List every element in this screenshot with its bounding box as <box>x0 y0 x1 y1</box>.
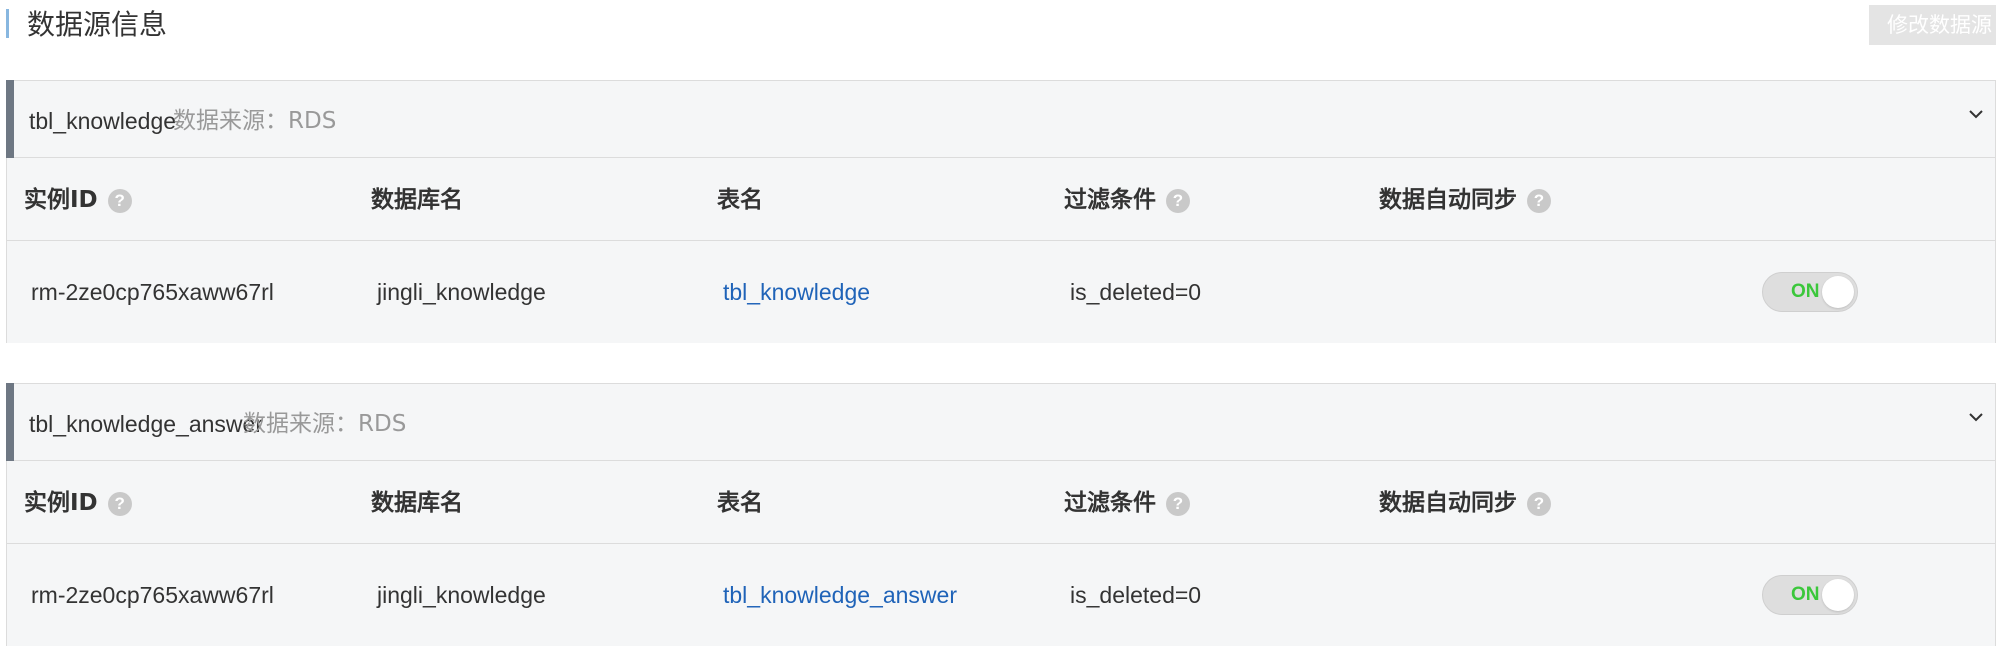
table-row: rm-2ze0cp765xaww67rl jingli_knowledge tb… <box>7 545 1995 646</box>
instance-id-value: rm-2ze0cp765xaww67rl <box>31 582 274 608</box>
column-header-auto-sync: 数据自动同步? <box>1379 489 1551 517</box>
instance-id-value: rm-2ze0cp765xaww67rl <box>31 279 274 305</box>
page-header: 数据源信息 修改数据源 <box>0 0 1996 52</box>
toggle-knob <box>1822 579 1854 611</box>
toggle-state-label: ON <box>1791 584 1820 605</box>
panel-accent-bar <box>6 383 14 461</box>
panel-table-name: tbl_knowledge <box>29 108 177 134</box>
database-value: jingli_knowledge <box>377 582 546 608</box>
column-header-table: 表名 <box>717 490 763 516</box>
question-circle-icon[interactable]: ? <box>107 492 132 516</box>
column-header-database: 数据库名 <box>371 187 463 213</box>
datasource-panel: tbl_knowledge_answer 数据来源：RDS 实例ID? 数据库名… <box>6 383 1996 646</box>
panel-table-name: tbl_knowledge_answer <box>29 411 263 437</box>
toggle-state-label: ON <box>1791 281 1820 302</box>
table-name-link[interactable]: tbl_knowledge <box>723 278 870 306</box>
column-header-filter: 过滤条件? <box>1064 186 1190 214</box>
column-header-row: 实例ID? 数据库名 表名 过滤条件? 数据自动同步? <box>7 462 1995 544</box>
auto-sync-toggle[interactable]: ON <box>1762 272 1858 312</box>
table-row: rm-2ze0cp765xaww67rl jingli_knowledge tb… <box>7 242 1995 343</box>
panel-source-label: 数据来源：RDS <box>243 411 407 437</box>
column-header-filter: 过滤条件? <box>1064 489 1190 517</box>
page-title: 数据源信息 <box>27 8 168 41</box>
chevron-down-icon[interactable] <box>1965 103 1987 125</box>
datasource-panel: tbl_knowledge 数据来源：RDS 实例ID? 数据库名 表名 过滤条… <box>6 80 1996 343</box>
panel-header[interactable]: tbl_knowledge_answer 数据来源：RDS <box>6 383 1995 461</box>
filter-value: is_deleted=0 <box>1070 279 1202 305</box>
edit-datasource-button[interactable]: 修改数据源 <box>1869 5 1996 45</box>
toggle-knob <box>1822 276 1854 308</box>
panel-source-label: 数据来源：RDS <box>173 108 337 134</box>
panel-accent-bar <box>6 80 14 158</box>
chevron-down-icon[interactable] <box>1965 406 1987 428</box>
column-header-table: 表名 <box>717 187 763 213</box>
column-header-row: 实例ID? 数据库名 表名 过滤条件? 数据自动同步? <box>7 159 1995 241</box>
column-header-instance-id: 实例ID? <box>24 489 132 517</box>
auto-sync-toggle[interactable]: ON <box>1762 575 1858 615</box>
column-header-instance-id: 实例ID? <box>24 186 132 214</box>
filter-value: is_deleted=0 <box>1070 582 1202 608</box>
title-accent-bar <box>6 9 9 38</box>
column-header-database: 数据库名 <box>371 490 463 516</box>
question-circle-icon[interactable]: ? <box>1527 492 1551 516</box>
database-value: jingli_knowledge <box>377 279 546 305</box>
panel-header[interactable]: tbl_knowledge 数据来源：RDS <box>6 80 1995 158</box>
question-circle-icon[interactable]: ? <box>107 189 132 213</box>
table-name-link[interactable]: tbl_knowledge_answer <box>723 581 957 609</box>
question-circle-icon[interactable]: ? <box>1527 189 1551 213</box>
column-header-auto-sync: 数据自动同步? <box>1379 186 1551 214</box>
question-circle-icon[interactable]: ? <box>1166 189 1190 213</box>
question-circle-icon[interactable]: ? <box>1166 492 1190 516</box>
